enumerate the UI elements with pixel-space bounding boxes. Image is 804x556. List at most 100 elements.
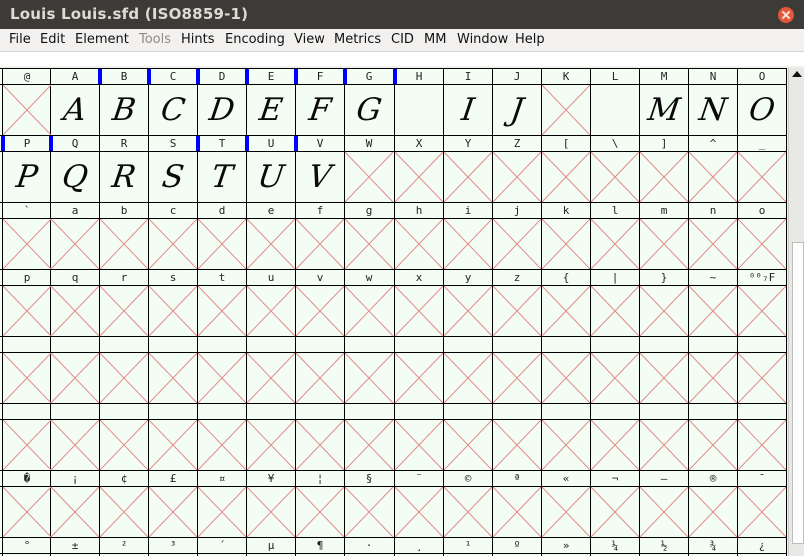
empty-glyph-cell[interactable]	[51, 353, 99, 404]
glyph-cell[interactable]: I	[440, 85, 495, 135]
menu-hints[interactable]: Hints	[181, 32, 215, 47]
glyph-cell[interactable]	[391, 85, 446, 135]
menu-file[interactable]: File	[9, 32, 31, 47]
glyph-cell[interactable]: U	[243, 152, 298, 202]
empty-glyph-cell[interactable]	[100, 286, 148, 337]
empty-glyph-cell[interactable]	[149, 420, 197, 471]
empty-glyph-cell[interactable]	[640, 420, 688, 471]
glyph-cell[interactable]: F	[292, 85, 347, 135]
empty-glyph-cell[interactable]	[247, 219, 295, 270]
glyph-cell[interactable]: S	[145, 152, 200, 202]
empty-glyph-cell[interactable]	[345, 487, 393, 538]
empty-glyph-cell[interactable]	[296, 353, 344, 404]
empty-glyph-cell[interactable]	[296, 420, 344, 471]
glyph-cell[interactable]: C	[145, 85, 200, 135]
empty-glyph-cell[interactable]	[345, 286, 393, 337]
empty-glyph-cell[interactable]	[345, 420, 393, 471]
empty-glyph-cell[interactable]	[149, 353, 197, 404]
empty-glyph-cell[interactable]	[149, 487, 197, 538]
empty-glyph-cell[interactable]	[493, 353, 541, 404]
empty-glyph-cell[interactable]	[738, 219, 786, 270]
empty-glyph-cell[interactable]	[3, 286, 51, 337]
empty-glyph-cell[interactable]	[247, 487, 295, 538]
glyph-cell[interactable]	[587, 85, 642, 135]
empty-glyph-cell[interactable]	[640, 286, 688, 337]
empty-glyph-cell[interactable]	[444, 420, 492, 471]
menu-view[interactable]: View	[294, 32, 325, 47]
empty-glyph-cell[interactable]	[3, 487, 51, 538]
empty-glyph-cell[interactable]	[100, 420, 148, 471]
menu-mm[interactable]: MM	[424, 32, 446, 47]
empty-glyph-cell[interactable]	[198, 219, 246, 270]
glyph-cell[interactable]: R	[96, 152, 151, 202]
empty-glyph-cell[interactable]	[345, 152, 393, 203]
empty-glyph-cell[interactable]	[542, 353, 590, 404]
empty-glyph-cell[interactable]	[296, 487, 344, 538]
menu-encoding[interactable]: Encoding	[225, 32, 285, 47]
menu-edit[interactable]: Edit	[40, 32, 65, 47]
scroll-thumb[interactable]	[792, 242, 804, 544]
empty-glyph-cell[interactable]	[738, 152, 786, 203]
glyph-cell[interactable]: M	[636, 85, 691, 135]
empty-glyph-cell[interactable]	[689, 286, 737, 337]
empty-glyph-cell[interactable]	[591, 353, 639, 404]
empty-glyph-cell[interactable]	[149, 219, 197, 270]
empty-glyph-cell[interactable]	[542, 85, 590, 136]
glyph-cell[interactable]: T	[194, 152, 249, 202]
glyph-cell[interactable]: Q	[47, 152, 102, 202]
close-icon[interactable]	[778, 7, 794, 23]
menu-element[interactable]: Element	[75, 32, 129, 47]
empty-glyph-cell[interactable]	[395, 152, 443, 203]
empty-glyph-cell[interactable]	[395, 286, 443, 337]
glyph-cell[interactable]: E	[243, 85, 298, 135]
empty-glyph-cell[interactable]	[247, 353, 295, 404]
empty-glyph-cell[interactable]	[100, 487, 148, 538]
glyph-cell[interactable]: V	[292, 152, 347, 202]
empty-glyph-cell[interactable]	[640, 152, 688, 203]
empty-glyph-cell[interactable]	[345, 219, 393, 270]
empty-glyph-cell[interactable]	[198, 286, 246, 337]
empty-glyph-cell[interactable]	[444, 219, 492, 270]
empty-glyph-cell[interactable]	[395, 420, 443, 471]
empty-glyph-cell[interactable]	[247, 286, 295, 337]
empty-glyph-cell[interactable]	[444, 353, 492, 404]
empty-glyph-cell[interactable]	[591, 286, 639, 337]
glyph-cell[interactable]: G	[341, 85, 396, 135]
empty-glyph-cell[interactable]	[542, 286, 590, 337]
empty-glyph-cell[interactable]	[542, 152, 590, 203]
empty-glyph-cell[interactable]	[345, 353, 393, 404]
empty-glyph-cell[interactable]	[444, 487, 492, 538]
glyph-cell[interactable]: O	[734, 85, 787, 135]
empty-glyph-cell[interactable]	[296, 286, 344, 337]
empty-glyph-cell[interactable]	[51, 219, 99, 270]
empty-glyph-cell[interactable]	[3, 85, 51, 136]
glyph-cell[interactable]: P	[0, 152, 55, 202]
empty-glyph-cell[interactable]	[493, 152, 541, 203]
empty-glyph-cell[interactable]	[198, 420, 246, 471]
empty-glyph-cell[interactable]	[493, 286, 541, 337]
glyph-cell[interactable]: A	[47, 85, 102, 135]
empty-glyph-cell[interactable]	[591, 152, 639, 203]
empty-glyph-cell[interactable]	[3, 353, 51, 404]
empty-glyph-cell[interactable]	[51, 420, 99, 471]
empty-glyph-cell[interactable]	[493, 420, 541, 471]
empty-glyph-cell[interactable]	[689, 420, 737, 471]
empty-glyph-cell[interactable]	[689, 353, 737, 404]
empty-glyph-cell[interactable]	[51, 286, 99, 337]
empty-glyph-cell[interactable]	[591, 219, 639, 270]
empty-glyph-cell[interactable]	[640, 353, 688, 404]
empty-glyph-cell[interactable]	[247, 420, 295, 471]
empty-glyph-cell[interactable]	[198, 353, 246, 404]
empty-glyph-cell[interactable]	[493, 487, 541, 538]
menu-cid[interactable]: CID	[391, 32, 414, 47]
menu-tools[interactable]: Tools	[139, 32, 171, 47]
empty-glyph-cell[interactable]	[542, 487, 590, 538]
glyph-cell[interactable]: N	[685, 85, 740, 135]
empty-glyph-cell[interactable]	[100, 219, 148, 270]
empty-glyph-cell[interactable]	[3, 219, 51, 270]
empty-glyph-cell[interactable]	[395, 353, 443, 404]
empty-glyph-cell[interactable]	[542, 420, 590, 471]
empty-glyph-cell[interactable]	[100, 353, 148, 404]
empty-glyph-cell[interactable]	[689, 152, 737, 203]
empty-glyph-cell[interactable]	[738, 353, 786, 404]
